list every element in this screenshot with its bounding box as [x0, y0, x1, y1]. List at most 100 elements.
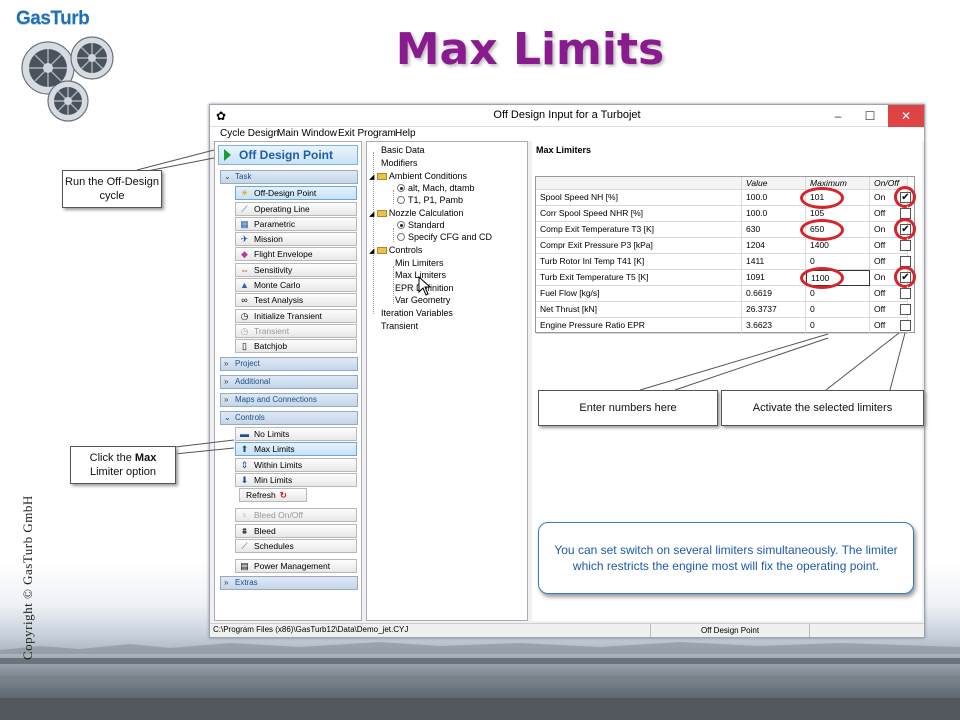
task-label: Batchjob [254, 341, 288, 351]
section-extras[interactable]: » Extras [220, 576, 358, 590]
menu-help[interactable]: Help [395, 128, 416, 139]
limiter-checkbox[interactable] [900, 304, 911, 315]
control-max-limits[interactable]: ⬆ Max Limits [235, 442, 357, 456]
task-label: Off-Design Point [254, 188, 317, 198]
task-mission[interactable]: ✈ Mission [235, 232, 357, 246]
tree-nozzle-option-2[interactable]: Specify CFG and CD [397, 232, 492, 242]
section-project[interactable]: » Project [220, 357, 358, 371]
menu-main-window[interactable]: Main Window [277, 128, 337, 139]
task-label: Operating Line [254, 204, 310, 214]
folder-icon [376, 210, 387, 217]
tree-ambient-option-2[interactable]: T1, P1, Pamb [397, 195, 463, 205]
section-maps[interactable]: » Maps and Connections [220, 393, 358, 407]
distribution-icon: ▲ [240, 280, 249, 290]
chevron-icon: » [224, 578, 229, 587]
tree-nozzle-calculation[interactable]: ◢ Nozzle Calculation [369, 208, 463, 218]
limiter-name: Turb Exit Temperature T5 [K] [536, 270, 742, 286]
tree-option-label: Standard [408, 220, 445, 230]
close-button[interactable]: ✕ [888, 105, 924, 127]
limiter-maximum-input[interactable]: 0 [806, 286, 870, 302]
extra-bleed[interactable]: ⩩ Bleed [235, 524, 357, 538]
limiter-name: Spool Speed NH [%] [536, 190, 742, 206]
chevron-icon: » [224, 377, 229, 386]
note-box: You can set switch on several limiters s… [538, 522, 914, 594]
task-label: Mission [254, 234, 283, 244]
section-task-label: Task [235, 172, 252, 181]
extra-power-management[interactable]: ▤ Power Management [235, 559, 357, 573]
task-label: Test Analysis [254, 295, 304, 305]
refresh-button[interactable]: Refresh ↻ [239, 488, 307, 502]
arrow-down-icon: ⬇ [240, 475, 249, 485]
section-controls[interactable]: ⌄ Controls [220, 411, 358, 425]
control-min-limits[interactable]: ⬇ Min Limits [235, 473, 357, 487]
control-no-limits[interactable]: ▬ No Limits [235, 427, 357, 441]
callout-enter-numbers: Enter numbers here [538, 390, 718, 426]
limiter-value: 0.6619 [742, 286, 806, 302]
control-within-limits[interactable]: ⇕ Within Limits [235, 458, 357, 472]
limiter-value: 26.3737 [742, 302, 806, 318]
tree-controls[interactable]: ◢ Controls [369, 245, 422, 255]
task-operating-line[interactable]: ⟋ Operating Line [235, 202, 357, 216]
tree-iteration-variables[interactable]: Iteration Variables [381, 308, 453, 318]
task-test-analysis[interactable]: ∞ Test Analysis [235, 293, 357, 307]
task-transient[interactable]: ◷ Transient [235, 324, 357, 338]
limiter-maximum-input[interactable]: 0 [806, 302, 870, 318]
tree-basic-data[interactable]: Basic Data [381, 145, 425, 155]
tree-ambient-label: Ambient Conditions [388, 171, 467, 181]
title-bar: ✿ Off Design Input for a Turbojet – ☐ ✕ [210, 105, 924, 127]
section-task[interactable]: ⌄ Task [220, 170, 358, 184]
tree-min-limiters[interactable]: Min Limiters [395, 258, 444, 268]
extra-schedules[interactable]: ⟋ Schedules [235, 539, 357, 553]
tree-ambient-conditions[interactable]: ◢ Ambient Conditions [369, 171, 467, 181]
tree-nozzle-option-1[interactable]: Standard [397, 220, 445, 230]
chart-icon: ⟋ [241, 204, 248, 214]
section-additional[interactable]: » Additional [220, 375, 358, 389]
limiter-value: 100.0 [742, 190, 806, 206]
column-header [536, 177, 742, 190]
tree-transient[interactable]: Transient [381, 321, 418, 331]
task-flight-envelope[interactable]: ◆ Flight Envelope [235, 247, 357, 261]
limiter-maximum-input[interactable]: 0 [806, 318, 870, 334]
limiter-name: Comp Exit Temperature T3 [K] [536, 222, 742, 238]
callout-click-text-bold: Max [134, 452, 157, 464]
refresh-icon: ↻ [279, 490, 287, 500]
limiter-checkbox[interactable] [900, 240, 911, 251]
clock-icon: ◷ [240, 326, 249, 336]
tree-ambient-option-1[interactable]: alt, Mach, dtamb [397, 183, 475, 193]
task-label: Monte Carlo [254, 280, 301, 290]
task-off-design-point[interactable]: ☀ Off-Design Point [235, 186, 357, 200]
maximize-button[interactable]: ☐ [856, 105, 884, 127]
menu-exit-program[interactable]: Exit Program [338, 128, 396, 139]
task-sensitivity[interactable]: ⇔ Sensitivity [235, 263, 357, 277]
radio-icon [397, 184, 405, 192]
minimize-button[interactable]: – [824, 105, 852, 127]
radio-icon [397, 221, 405, 229]
extra-label: Bleed [254, 526, 276, 536]
limiter-checkbox[interactable] [900, 320, 911, 331]
tree-var-geometry[interactable]: Var Geometry [395, 295, 450, 305]
task-monte-carlo[interactable]: ▲ Monte Carlo [235, 278, 357, 292]
bleed-icon: ⩩ [242, 526, 247, 536]
limiter-value: 100.0 [742, 206, 806, 222]
no-limit-icon: ▬ [240, 429, 249, 439]
section-controls-label: Controls [235, 413, 265, 422]
tree-controls-label: Controls [388, 245, 423, 255]
task-initialize-transient[interactable]: ◷ Initialize Transient [235, 309, 357, 323]
task-parametric[interactable]: ▦ Parametric [235, 217, 357, 231]
extra-bleed-on-off[interactable]: ♀ Bleed On/Off [235, 508, 357, 522]
task-panel: Off Design Point ⌄ Task ☀ Off-Design Point… [214, 141, 362, 621]
window-title: Off Design Input for a Turbojet [493, 109, 641, 121]
tree-modifiers[interactable]: Modifiers [381, 158, 418, 168]
section-project-label: Project [235, 359, 260, 368]
off-design-point-button[interactable]: Off Design Point [218, 145, 358, 165]
highlight-ring [894, 266, 916, 288]
off-design-point-label: Off Design Point [239, 148, 333, 162]
limiter-checkbox[interactable] [900, 288, 911, 299]
runway-background [0, 642, 960, 720]
task-batchjob[interactable]: ▯ Batchjob [235, 339, 357, 353]
menu-cycle-design[interactable]: Cycle Design [220, 128, 279, 139]
refresh-label: Refresh [246, 490, 276, 500]
limiter-maximum-input[interactable]: 1400 [806, 238, 870, 254]
task-label: Transient [254, 326, 290, 336]
document-icon: ▯ [242, 341, 247, 351]
